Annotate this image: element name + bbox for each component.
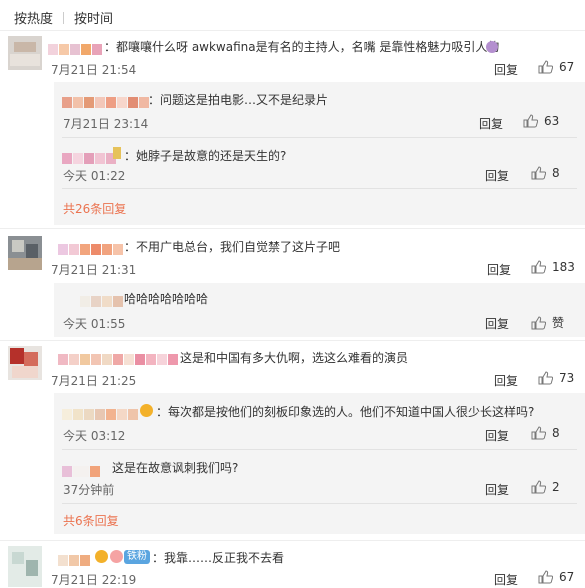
reply-time: 37分钟前 [63, 483, 115, 497]
username-masked[interactable] [58, 551, 91, 566]
avatar[interactable] [8, 546, 42, 587]
face-emoji-icon [95, 550, 108, 563]
woman-shrugging-icon [486, 41, 498, 53]
like-count: 8 [552, 426, 560, 440]
reply-time: 今天 01:22 [63, 169, 126, 183]
like-button[interactable]: 183 [531, 260, 575, 274]
thumbs-up-icon [531, 315, 546, 329]
divider [0, 30, 585, 31]
like-button[interactable]: 8 [531, 166, 560, 180]
reply-button[interactable]: 回复 [494, 61, 518, 78]
reply-button[interactable]: 回复 [479, 115, 503, 132]
comment-text: ：都嚷嚷什么呀 awkwafina是有名的主持人，名嘴 是靠性格魅力吸引人的 [104, 40, 500, 54]
reply-time: 今天 03:12 [63, 429, 126, 443]
reply-button[interactable]: 回复 [494, 372, 518, 389]
like-count: 8 [552, 166, 560, 180]
reply-button[interactable]: 回复 [485, 167, 509, 184]
reply-button[interactable]: 回复 [487, 261, 511, 278]
reply-time: 7月21日 23:14 [63, 117, 149, 131]
reply-text: ：每次都是按他们的刻板印象选的人。他们不知道中国人很少长这样吗? [156, 405, 535, 419]
thumbs-up-icon [531, 426, 546, 440]
divider [0, 340, 585, 341]
comment-text: ：我靠……反正我不去看 [152, 551, 285, 565]
comment-time: 7月21日 21:31 [51, 263, 137, 277]
reply-time: 今天 01:55 [63, 317, 126, 331]
reply-text: ：她脖子是故意的还是天生的? [124, 149, 287, 163]
divider [62, 503, 577, 504]
divider [0, 228, 585, 229]
sort-by-time-tab[interactable]: 按时间 [74, 12, 113, 27]
reply-username-masked[interactable] [62, 149, 117, 164]
fan-badge-icon [113, 147, 121, 159]
thumbs-up-icon [531, 260, 546, 274]
sort-by-hot-tab[interactable]: 按热度 [14, 12, 53, 27]
reply-button[interactable]: 回复 [494, 571, 518, 588]
reply-button[interactable]: 回复 [485, 315, 509, 332]
divider [62, 137, 577, 138]
username-masked[interactable] [58, 350, 179, 365]
username-masked[interactable] [48, 40, 103, 55]
reply-button[interactable]: 回复 [485, 481, 509, 498]
like-count: 63 [544, 114, 560, 128]
like-count: 67 [559, 570, 575, 584]
thumbs-up-icon [538, 60, 553, 74]
like-count: 2 [552, 480, 560, 494]
like-count: 67 [559, 60, 575, 74]
reply-text: 哈哈哈哈哈哈哈 [124, 292, 209, 306]
username-masked[interactable] [58, 240, 124, 255]
face-emoji-icon [110, 550, 123, 563]
like-button[interactable]: 赞 [531, 314, 564, 331]
thumbs-up-icon [538, 371, 553, 385]
like-count: 183 [552, 260, 575, 274]
sort-divider [63, 12, 65, 24]
fan-badge: 铁粉 [124, 550, 150, 564]
avatar[interactable] [8, 346, 42, 380]
like-button[interactable]: 73 [538, 371, 574, 385]
like-button[interactable]: 63 [523, 114, 559, 128]
comment-time: 7月21日 21:25 [51, 374, 137, 388]
comment-text: ：不用广电总台，我们自觉禁了这片子吧 [124, 240, 341, 254]
divider [0, 540, 585, 541]
thumbs-up-icon [531, 480, 546, 494]
comment-time: 7月21日 22:19 [51, 573, 137, 587]
view-more-replies-link[interactable]: 共6条回复 [63, 512, 119, 529]
thumbs-up-icon [523, 114, 538, 128]
reply-username-masked[interactable] [80, 292, 124, 307]
thumbs-up-icon [531, 166, 546, 180]
reply-username-masked[interactable] [62, 462, 101, 477]
reply-username-masked[interactable] [62, 93, 150, 108]
divider [62, 188, 577, 189]
like-count: 73 [559, 371, 575, 385]
comment-time: 7月21日 21:54 [51, 63, 137, 77]
reply-username-masked[interactable] [62, 405, 139, 420]
like-button[interactable]: 2 [531, 480, 560, 494]
view-more-replies-link[interactable]: 共26条回复 [63, 200, 126, 217]
face-emoji-icon [140, 404, 153, 417]
reply-button[interactable]: 回复 [485, 427, 509, 444]
like-button[interactable]: 67 [538, 60, 574, 74]
reply-text: 这是在故意讽刺我们吗? [112, 461, 239, 475]
thumbs-up-icon [538, 570, 553, 584]
avatar[interactable] [8, 36, 42, 70]
like-label: 赞 [552, 316, 565, 330]
divider [62, 449, 577, 450]
sort-bar: 按热度 按时间 [14, 8, 127, 27]
like-button[interactable]: 8 [531, 426, 560, 440]
comment-text: 这是和中国有多大仇啊，选这么难看的演员 [180, 351, 409, 365]
avatar[interactable] [8, 236, 42, 270]
like-button[interactable]: 67 [538, 570, 574, 584]
reply-text: ：问题这是拍电影…又不是纪录片 [148, 93, 329, 107]
